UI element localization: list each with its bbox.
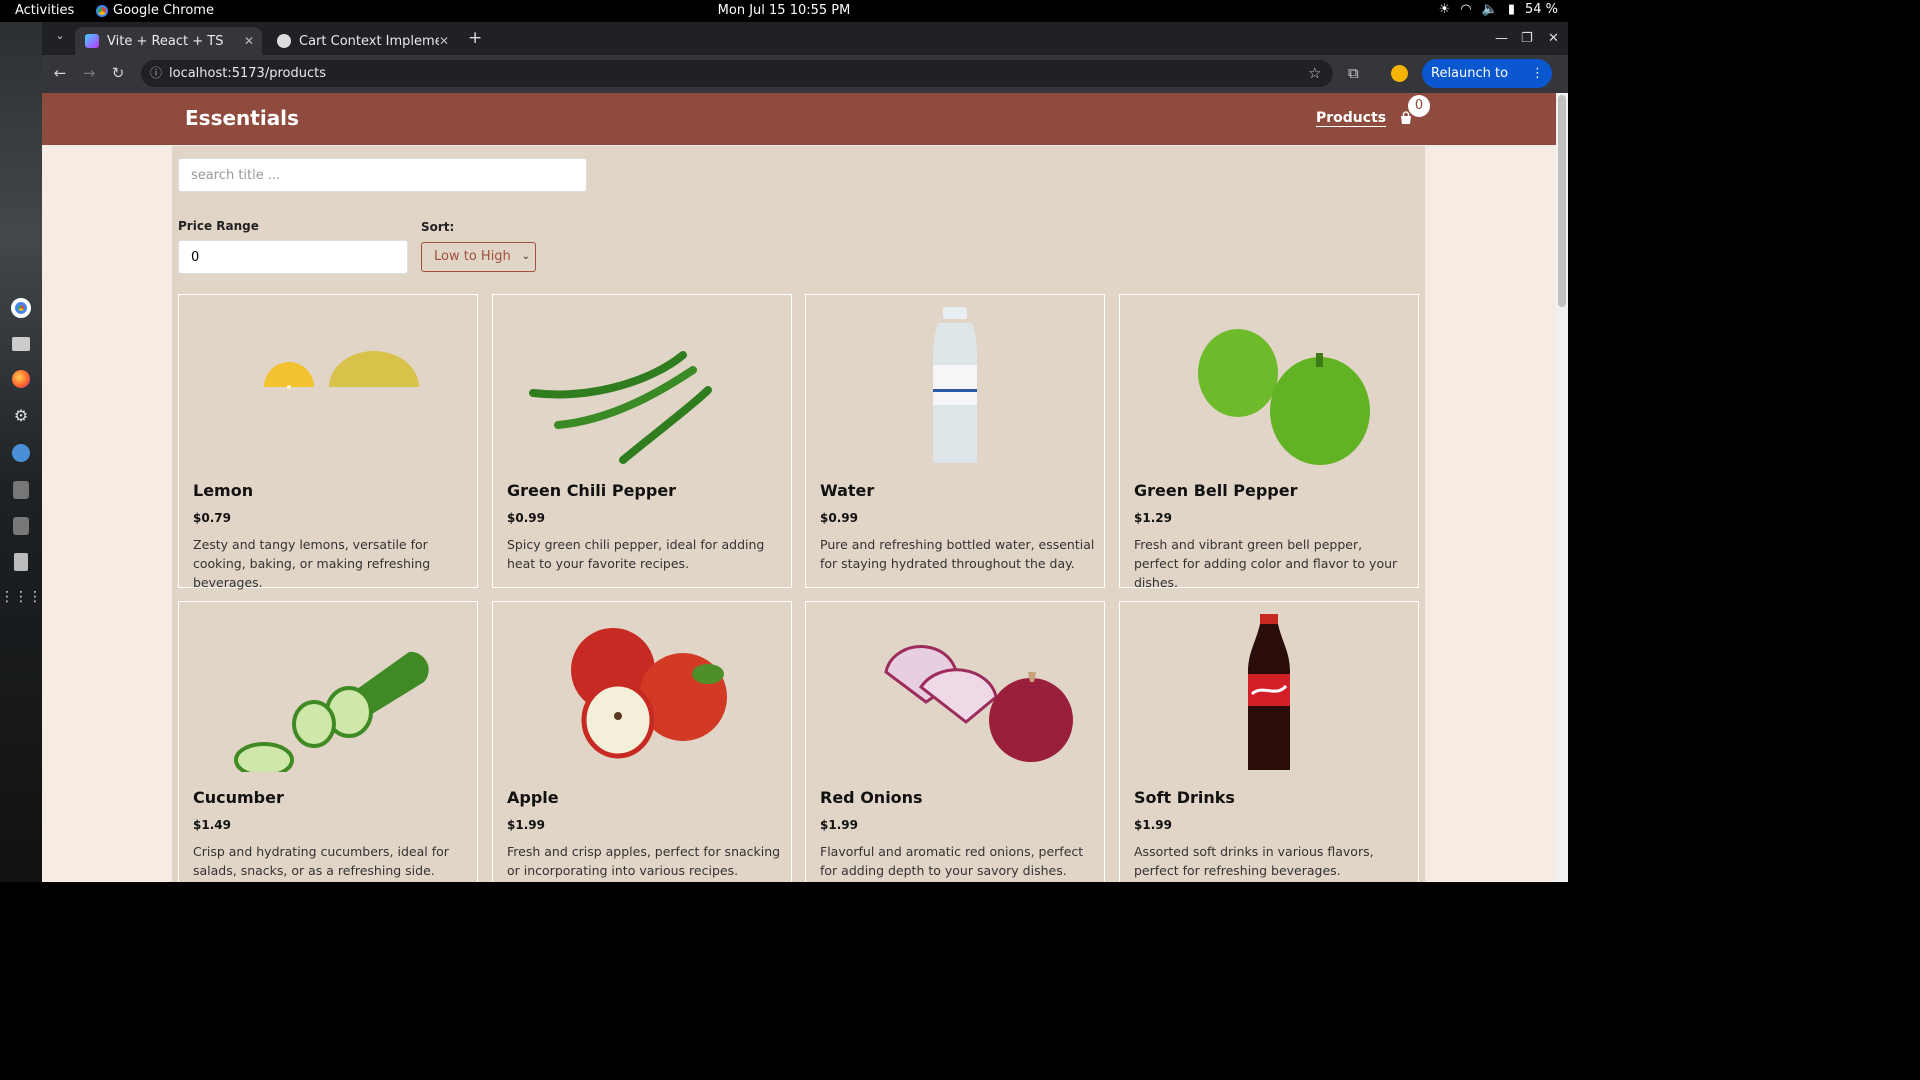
vite-favicon — [85, 34, 99, 48]
minimize-icon[interactable]: — — [1495, 31, 1508, 46]
volume-icon: 🔈 — [1481, 2, 1498, 17]
system-tray[interactable]: ☀ ◠ 🔈 ▮ 54 % — [1439, 2, 1558, 17]
product-description: Crisp and hydrating cucumbers, ideal for… — [193, 844, 449, 878]
nav-link-products[interactable]: Products — [1316, 110, 1386, 126]
product-description: Fresh and crisp apples, perfect for snac… — [507, 844, 781, 878]
product-price: $1.49 — [193, 818, 231, 832]
price-range-input[interactable] — [178, 240, 408, 274]
system-top-bar: Activities Google Chrome Mon Jul 15 10:5… — [0, 0, 1568, 22]
product-card-apple[interactable]: Apple $1.99 Fresh and crisp apples, perf… — [492, 601, 792, 882]
url-text: localhost:5173/products — [169, 66, 326, 81]
scrollbar-thumb[interactable] — [1558, 95, 1566, 307]
green-bell-pepper-image — [1130, 305, 1408, 465]
product-card-soft-drinks[interactable]: Soft Drinks $1.99 Assorted soft drinks i… — [1119, 601, 1419, 882]
more-icon: ⋮ — [1531, 66, 1544, 81]
web-page: Essentials Products 0 Price Range Sort: … — [42, 93, 1556, 882]
product-price: $0.99 — [820, 511, 858, 525]
product-price: $1.29 — [1134, 511, 1172, 525]
product-price: $1.99 — [1134, 818, 1172, 832]
close-window-icon[interactable]: ✕ — [1548, 31, 1559, 46]
product-card-lemon[interactable]: Lemon $0.79 Zesty and tangy lemons, vers… — [178, 294, 478, 590]
page-scrollbar[interactable] — [1556, 93, 1568, 882]
product-price: $0.99 — [507, 511, 545, 525]
brightness-icon: ☀ — [1438, 2, 1451, 17]
disk2-dock-icon[interactable] — [9, 514, 33, 538]
tab-label: Cart Context Implement — [299, 33, 439, 49]
site-info-icon[interactable]: ⓘ — [150, 60, 162, 87]
battery-icon: ▮ — [1507, 2, 1515, 17]
lemon-image — [189, 305, 467, 465]
product-title: Green Chili Pepper — [507, 481, 677, 500]
tab-cart-context[interactable]: Cart Context Implement ✕ — [267, 27, 457, 55]
maximize-icon[interactable]: ❐ — [1521, 31, 1533, 46]
product-title: Green Bell Pepper — [1134, 481, 1298, 500]
product-card-green-bell-pepper[interactable]: Green Bell Pepper $1.29 Fresh and vibran… — [1119, 294, 1419, 590]
product-card-red-onions[interactable]: Red Onions $1.99 Flavorful and aromatic … — [805, 601, 1105, 882]
close-icon[interactable]: ✕ — [439, 34, 449, 48]
relaunch-button[interactable]: Relaunch to update ⋮ — [1422, 59, 1552, 110]
product-description: Pure and refreshing bottled water, essen… — [820, 537, 1095, 571]
price-range-label: Price Range — [178, 219, 259, 233]
trash-dock-icon[interactable] — [9, 550, 33, 574]
product-description: Spicy green chili pepper, ideal for addi… — [507, 537, 765, 571]
wifi-icon: ◠ — [1460, 2, 1472, 17]
tab-search-icon[interactable]: ⌄ — [50, 29, 70, 42]
sort-select[interactable]: Low to High ⌄ — [421, 242, 536, 272]
soft-drink-bottle-image — [1130, 612, 1408, 772]
apple-image — [503, 612, 781, 772]
product-card-water[interactable]: Water $0.99 Pure and refreshing bottled … — [805, 294, 1105, 588]
cart-count-badge: 0 — [1408, 95, 1430, 117]
product-price: $0.79 — [193, 511, 231, 525]
search-input[interactable] — [178, 158, 587, 192]
product-title: Soft Drinks — [1134, 788, 1235, 807]
back-icon[interactable]: ← — [50, 64, 70, 82]
tab-vite[interactable]: Vite + React + TS ✕ — [75, 27, 262, 55]
bookmark-star-icon[interactable]: ☆ — [1308, 64, 1321, 82]
product-card-green-chili-pepper[interactable]: Green Chili Pepper $0.99 Spicy green chi… — [492, 294, 792, 588]
product-title: Water — [820, 481, 875, 500]
product-card-cucumber[interactable]: Cucumber $1.49 Crisp and hydrating cucum… — [178, 601, 478, 882]
settings-dock-icon[interactable]: ⚙ — [9, 403, 33, 427]
reload-icon[interactable]: ↻ — [108, 64, 128, 82]
product-title: Apple — [507, 788, 559, 807]
dock: ⚙ ⋮⋮⋮ — [0, 22, 42, 882]
cucumber-image — [189, 612, 467, 772]
product-description: Flavorful and aromatic red onions, perfe… — [820, 844, 1084, 878]
sort-label: Sort: — [421, 220, 455, 234]
product-title: Cucumber — [193, 788, 284, 807]
brand-logo[interactable]: Essentials — [185, 106, 299, 130]
site-navbar: Essentials Products 0 — [42, 93, 1556, 145]
extensions-icon[interactable]: ⧉ — [1348, 64, 1359, 82]
forward-icon[interactable]: → — [79, 64, 99, 82]
clock[interactable]: Mon Jul 15 10:55 PM — [0, 3, 1568, 18]
firefox-dock-icon[interactable] — [9, 367, 33, 391]
sort-value: Low to High — [434, 249, 511, 264]
product-title: Red Onions — [820, 788, 923, 807]
close-icon[interactable]: ✕ — [244, 34, 254, 48]
water-bottle-image — [816, 305, 1094, 465]
chatgpt-favicon — [277, 34, 291, 48]
profile-avatar[interactable] — [1391, 65, 1408, 82]
product-description: Zesty and tangy lemons, versatile for co… — [193, 537, 431, 590]
product-title: Lemon — [193, 481, 254, 500]
tab-bar: ⌄ Vite + React + TS ✕ Cart Context Imple… — [42, 22, 1568, 55]
address-bar[interactable]: ⓘ localhost:5173/products — [141, 60, 1333, 87]
browser-toolbar: ← → ↻ ⓘ localhost:5173/products ☆ ⧉ Rela… — [42, 55, 1568, 110]
chevron-down-icon: ⌄ — [521, 251, 530, 262]
products-container: Price Range Sort: Low to High ⌄ Lemon $0… — [172, 146, 1425, 882]
battery-level: 54 % — [1524, 2, 1558, 17]
product-description: Assorted soft drinks in various flavors,… — [1134, 844, 1374, 878]
product-description: Fresh and vibrant green bell pepper, per… — [1134, 537, 1398, 590]
tab-label: Vite + React + TS — [107, 33, 224, 49]
product-price: $1.99 — [507, 818, 545, 832]
chrome-dock-icon[interactable] — [9, 296, 33, 320]
new-tab-icon[interactable]: + — [468, 28, 482, 48]
app-grid-icon[interactable]: ⋮⋮⋮ — [0, 585, 42, 609]
green-chili-pepper-image — [503, 305, 781, 465]
product-price: $1.99 — [820, 818, 858, 832]
disk-dock-icon[interactable] — [9, 478, 33, 502]
red-onions-image — [816, 612, 1094, 772]
files-dock-icon[interactable] — [9, 332, 33, 356]
vscode-dock-icon[interactable] — [9, 441, 33, 465]
